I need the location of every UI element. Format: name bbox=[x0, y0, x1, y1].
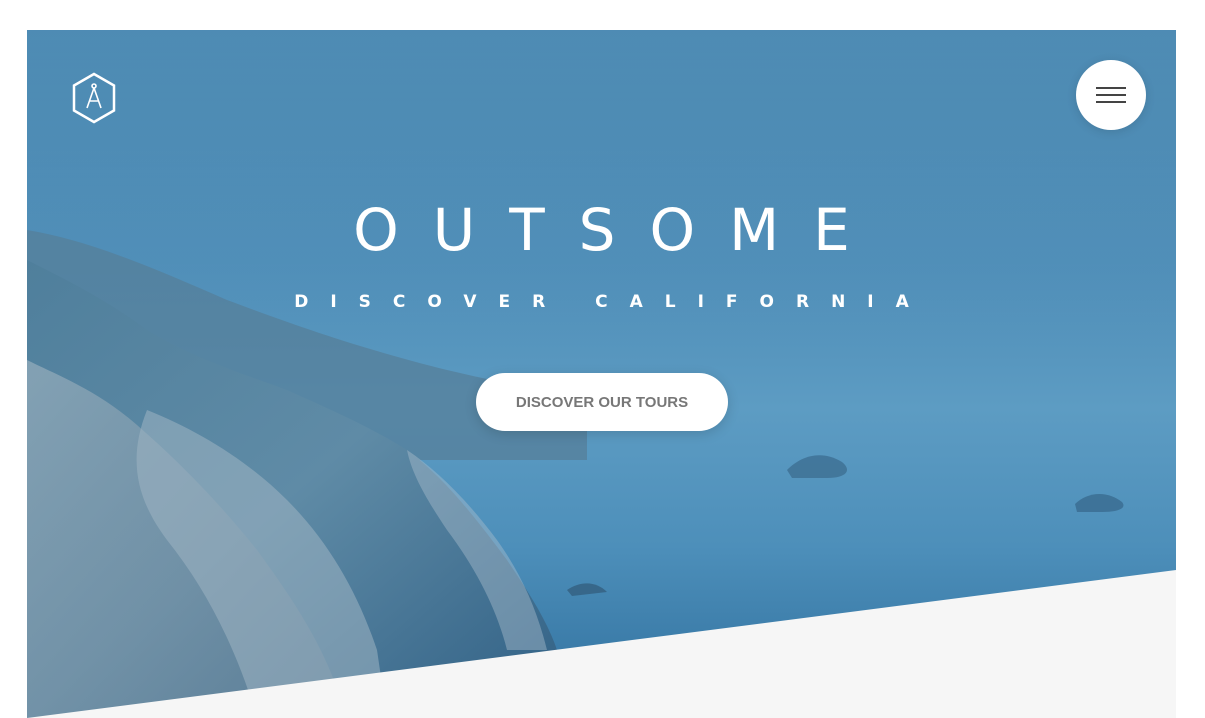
menu-button[interactable] bbox=[1076, 60, 1146, 130]
hero-tagline: DISCOVER CALIFORNIA bbox=[294, 292, 931, 312]
discover-tours-button[interactable]: DISCOVER OUR TOURS bbox=[476, 373, 728, 431]
compass-hexagon-icon[interactable] bbox=[71, 72, 117, 124]
hero-section: OUTSOME DISCOVER CALIFORNIA DISCOVER OUR… bbox=[27, 30, 1176, 718]
hero-title-block: OUTSOME DISCOVER CALIFORNIA bbox=[27, 198, 1176, 312]
brand-title: OUTSOME bbox=[353, 196, 884, 264]
page: OUTSOME DISCOVER CALIFORNIA DISCOVER OUR… bbox=[0, 0, 1205, 718]
menu-bar-icon bbox=[1096, 87, 1126, 89]
menu-bar-icon bbox=[1096, 101, 1126, 103]
menu-bar-icon bbox=[1096, 94, 1126, 96]
